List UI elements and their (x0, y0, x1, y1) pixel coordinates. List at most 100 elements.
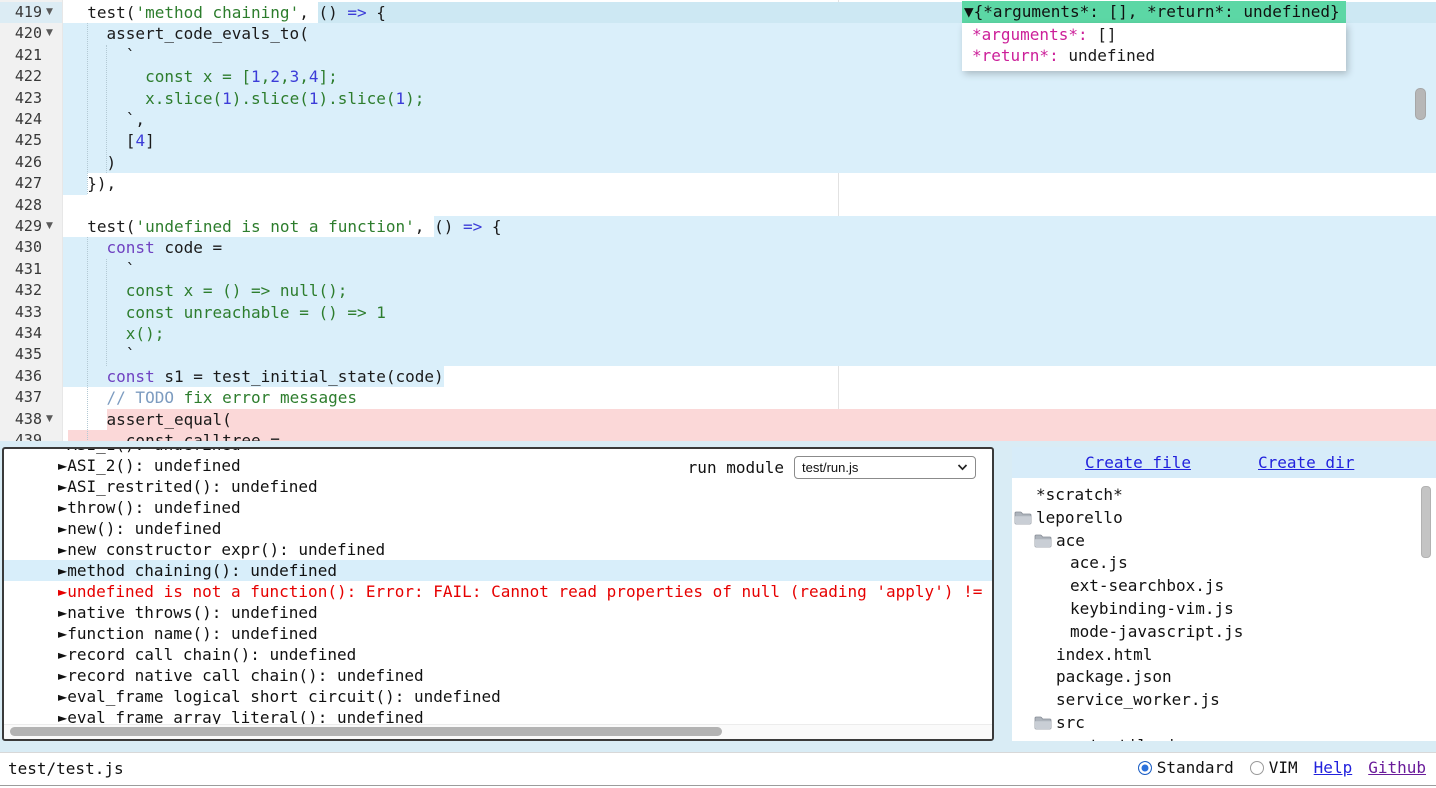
test-result-row[interactable]: ►record native call chain(): undefined (4, 665, 992, 686)
tree-dir-row[interactable]: ace (1012, 529, 1436, 552)
test-result-label: throw(): undefined (67, 498, 240, 517)
create-dir-link[interactable]: Create dir (1258, 447, 1354, 478)
selection-highlight (434, 216, 1436, 237)
expand-triangle-icon[interactable]: ► (58, 543, 67, 557)
code-line-434[interactable]: x(); (0, 323, 1436, 344)
code-editor[interactable]: test('method chaining', () => { assert_c… (0, 0, 1436, 441)
selection-highlight (62, 237, 1436, 258)
code-line-439[interactable]: const calltree = ... (0, 430, 1436, 441)
editor-scrollbar-thumb[interactable] (1415, 88, 1426, 120)
test-result-row[interactable]: ►record call chain(): undefined (4, 644, 992, 665)
expand-triangle-icon[interactable]: ► (58, 669, 67, 683)
expand-triangle-icon[interactable]: ► (58, 606, 67, 620)
code-token: ).slice( (318, 89, 395, 108)
code-line-423[interactable]: x.slice(1).slice(1).slice(1); (0, 88, 1436, 109)
code-line-430[interactable]: const code = (0, 237, 1436, 258)
test-result-row[interactable]: ►new constructor expr(): undefined (4, 539, 992, 560)
keybinding-option-vim[interactable]: VIM (1250, 758, 1298, 777)
code-token: ` (68, 46, 135, 65)
expand-triangle-icon[interactable]: ► (58, 585, 67, 599)
expand-triangle-icon[interactable]: ► (58, 501, 67, 515)
fold-arrow-icon[interactable]: ▼ (46, 409, 53, 430)
expand-triangle-icon[interactable]: ► (58, 648, 67, 662)
expand-triangle-icon[interactable]: ► (58, 564, 67, 578)
radio-unselected-icon[interactable] (1250, 761, 1264, 775)
code-line-436[interactable]: const s1 = test_initial_state(code) (0, 366, 1436, 387)
keybinding-option-standard[interactable]: Standard (1138, 758, 1234, 777)
expand-triangle-icon[interactable]: ► (58, 522, 67, 536)
gutter-line-421: 421 (0, 45, 62, 66)
line-number: 420 (0, 23, 42, 44)
output-hscrollbar-track[interactable] (4, 724, 992, 739)
code-text: const s1 = test_initial_state(code) (68, 366, 444, 387)
tree-file-row[interactable]: ast_utils.js (1012, 734, 1436, 741)
expand-triangle-icon[interactable]: ► (58, 711, 67, 725)
test-result-row[interactable]: ►function name(): undefined (4, 623, 992, 644)
chevron-down-icon (957, 464, 968, 471)
tree-dir-row[interactable]: src (1012, 711, 1436, 734)
code-line-427[interactable]: }), (0, 173, 1436, 194)
tree-file-row[interactable]: ace.js (1012, 551, 1436, 574)
code-line-437[interactable]: // TODO fix error messages (0, 387, 1436, 408)
code-line-433[interactable]: const unreachable = () => 1 (0, 302, 1436, 323)
fold-arrow-icon[interactable]: ▼ (46, 216, 53, 237)
code-token: assert_code_evals_to( (68, 24, 309, 43)
expand-triangle-icon[interactable]: ► (58, 449, 67, 452)
help-link[interactable]: Help (1314, 758, 1353, 777)
tree-file-row[interactable]: mode-javascript.js (1012, 620, 1436, 643)
tree-file-row[interactable]: keybinding-vim.js (1012, 597, 1436, 620)
tree-file-row[interactable]: *scratch* (1012, 483, 1436, 506)
fold-arrow-icon[interactable]: ▼ (46, 2, 53, 23)
code-line-424[interactable]: `, (0, 109, 1436, 130)
code-text: x.slice(1).slice(1).slice(1); (68, 88, 424, 109)
code-token: ` (68, 260, 135, 279)
test-result-row[interactable]: ►native throws(): undefined (4, 602, 992, 623)
tree-file-row[interactable]: package.json (1012, 665, 1436, 688)
code-line-428[interactable] (0, 195, 1436, 216)
code-token: ]; (319, 67, 338, 86)
test-result-row[interactable]: ►eval_frame logical short circuit(): und… (4, 686, 992, 707)
code-token: ); (405, 89, 424, 108)
code-line-438[interactable]: assert_equal( (0, 409, 1436, 430)
expand-triangle-icon[interactable]: ► (58, 627, 67, 641)
test-result-row[interactable]: ►undefined is not a function(): Error: F… (4, 581, 992, 602)
run-module-select[interactable]: test/run.js (794, 456, 976, 479)
test-result-row[interactable]: ►method chaining(): undefined (4, 560, 992, 581)
test-result-row[interactable]: ►ASI_restrited(): undefined (4, 476, 992, 497)
tree-file-row[interactable]: ext-searchbox.js (1012, 574, 1436, 597)
tree-item-label: *scratch* (1036, 485, 1123, 504)
code-line-432[interactable]: const x = () => null(); (0, 280, 1436, 301)
expand-triangle-icon[interactable]: ► (58, 480, 67, 494)
test-result-label: native throws(): undefined (67, 603, 317, 622)
code-line-435[interactable]: ` (0, 344, 1436, 365)
test-result-row[interactable]: ►throw(): undefined (4, 497, 992, 518)
tree-item-label: ace.js (1070, 553, 1128, 572)
line-number: 439 (0, 430, 42, 441)
create-file-link[interactable]: Create file (1085, 447, 1191, 478)
github-link[interactable]: Github (1368, 758, 1426, 777)
line-number: 437 (0, 387, 42, 408)
file-tree-scrollbar-thumb[interactable] (1421, 486, 1431, 558)
test-result-label: ASI_restrited(): undefined (67, 477, 317, 496)
tree-item-label: package.json (1056, 667, 1172, 686)
tooltip-body: *arguments*: []*return*: undefined (962, 23, 1346, 71)
line-number: 424 (0, 109, 42, 130)
tree-file-row[interactable]: index.html (1012, 643, 1436, 666)
expand-triangle-icon[interactable]: ► (58, 690, 67, 704)
test-result-row[interactable]: ►new(): undefined (4, 518, 992, 539)
code-line-425[interactable]: [4] (0, 130, 1436, 151)
tree-dir-row[interactable]: leporello (1012, 506, 1424, 529)
tooltip-entry[interactable]: *arguments*: [] (972, 24, 1346, 45)
radio-selected-icon[interactable] (1138, 761, 1152, 775)
tooltip-header[interactable]: ▼{*arguments*: [], *return*: undefined} (962, 1, 1346, 23)
tree-file-row[interactable]: service_worker.js (1012, 688, 1436, 711)
output-hscrollbar-thumb[interactable] (10, 727, 722, 736)
fold-arrow-icon[interactable]: ▼ (46, 23, 53, 44)
tooltip-entry[interactable]: *return*: undefined (972, 45, 1346, 66)
code-line-429[interactable]: test('undefined is not a function', () =… (0, 216, 1436, 237)
code-line-426[interactable]: ) (0, 152, 1436, 173)
tooltip-key: *return*: (972, 46, 1059, 65)
code-line-431[interactable]: ` (0, 259, 1436, 280)
expand-triangle-icon[interactable]: ► (58, 459, 67, 473)
file-tree-panel: Create file Create dir *scratch* leporel… (1012, 447, 1436, 741)
